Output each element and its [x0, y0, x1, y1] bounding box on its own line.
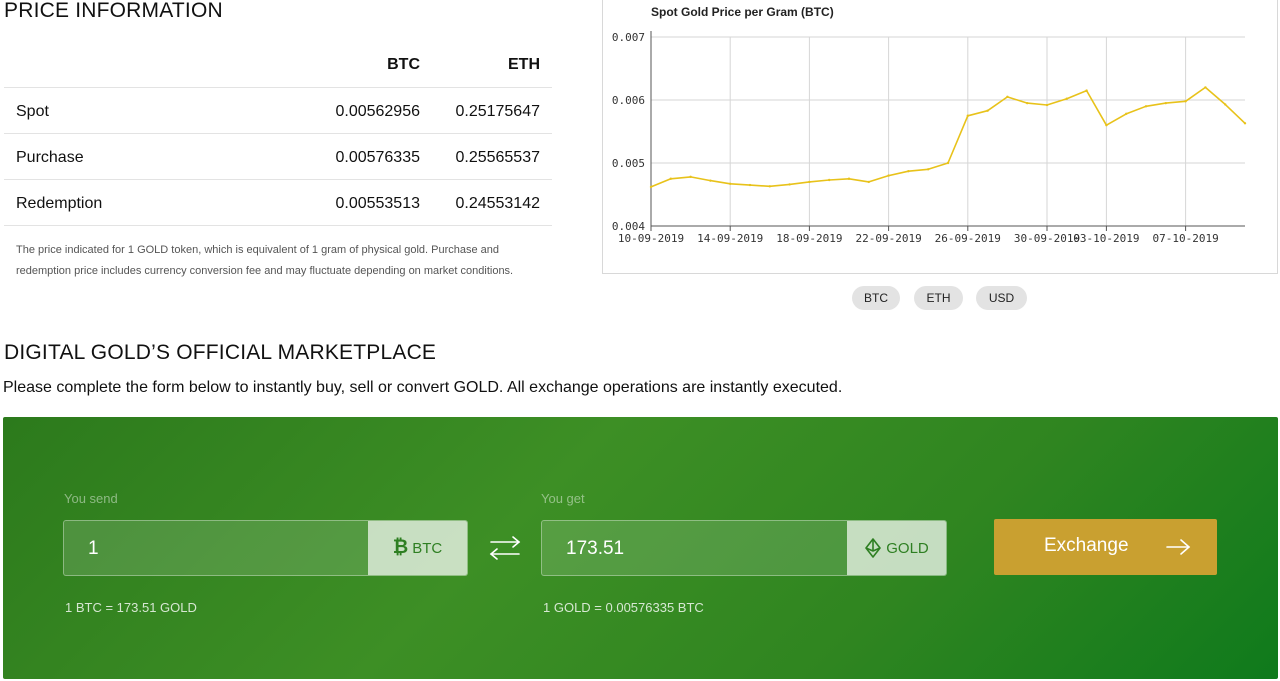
data-point — [1224, 103, 1227, 106]
data-point — [946, 161, 950, 165]
price-row-purchase: Purchase 0.00576335 0.25565537 — [4, 134, 552, 180]
swap-arrows-icon[interactable] — [489, 534, 521, 562]
get-amount-input[interactable]: 173.51 — [566, 538, 624, 560]
row-label: Purchase — [16, 149, 84, 166]
data-point — [1065, 97, 1068, 100]
data-point — [649, 185, 653, 189]
btc-value: 0.00553513 — [335, 195, 420, 212]
get-rate: 1 GOLD = 0.00576335 BTC — [543, 600, 704, 615]
data-point — [907, 169, 910, 173]
exchange-panel: You send 1 ₿ BTC 1 BTC = 173.51 GOLD You… — [3, 417, 1278, 679]
data-point — [847, 177, 851, 180]
data-point — [927, 168, 930, 171]
exchange-button-label: Exchange — [1044, 535, 1129, 556]
currency-button-usd[interactable]: USD — [976, 286, 1027, 310]
data-point — [689, 175, 692, 179]
price-line — [650, 86, 1246, 188]
data-point — [887, 174, 890, 177]
x-tick-label: 10-09-2019 — [618, 232, 684, 245]
data-point — [1085, 89, 1088, 92]
chart-svg: 0.0070.0060.0050.00410-09-2019 14-09-2019… — [612, 31, 1247, 245]
price-note: The price indicated for 1 GOLD token, wh… — [16, 244, 514, 277]
btc-value: 0.00562956 — [335, 103, 420, 120]
eth-value: 0.25565537 — [455, 149, 540, 166]
currency-button-eth[interactable]: ETH — [914, 286, 963, 310]
data-point — [1164, 101, 1167, 105]
x-tick-label: 07-10-2019 — [1152, 232, 1218, 245]
price-table-header: BTC ETH — [4, 42, 552, 88]
send-field[interactable]: 1 ₿ BTC — [63, 520, 468, 576]
row-label: Spot — [16, 103, 49, 120]
data-point — [669, 177, 672, 180]
chart-title: Spot Gold Price per Gram (BTC) — [651, 5, 834, 19]
x-tick-label: 26-09-2019 — [935, 232, 1001, 245]
send-currency-label: BTC — [412, 539, 443, 557]
data-point — [1045, 103, 1049, 107]
marketplace-title: DIGITAL GOLD’S OFFICIAL MARKETPLACE — [4, 341, 437, 364]
x-tick-label: 18-09-2019 — [776, 232, 842, 245]
data-point — [1204, 86, 1207, 89]
bitcoin-icon: ₿ — [392, 537, 409, 558]
data-point — [867, 180, 870, 184]
x-tick-label: 30-09-2019 — [1014, 232, 1080, 245]
exchange-button[interactable]: Exchange — [994, 519, 1217, 575]
data-point — [729, 182, 732, 185]
send-rate: 1 BTC = 173.51 GOLD — [65, 600, 197, 615]
x-tick-label: 14-09-2019 — [697, 232, 763, 245]
send-amount-input[interactable]: 1 — [88, 538, 99, 560]
get-currency-selector[interactable]: GOLD — [847, 521, 946, 575]
get-label: You get — [541, 491, 585, 506]
row-label: Redemption — [16, 195, 103, 212]
data-point — [1006, 95, 1009, 99]
get-currency-label: GOLD — [886, 539, 929, 557]
eth-value: 0.25175647 — [455, 103, 540, 120]
price-row-spot: Spot 0.00562956 0.25175647 — [4, 88, 552, 134]
gold-diamond-icon — [865, 538, 882, 558]
data-point — [1105, 124, 1108, 127]
y-tick-label: 0.006 — [612, 94, 645, 107]
x-tick-label: 22-09-2019 — [855, 232, 921, 245]
arrow-right-icon — [1166, 539, 1191, 555]
x-tick-label: 03-10-2019 — [1073, 232, 1139, 245]
data-point — [1243, 122, 1247, 125]
price-row-redemption: Redemption 0.00553513 0.24553142 — [4, 180, 552, 226]
data-point — [788, 183, 791, 186]
data-point — [808, 180, 811, 184]
currency-button-btc[interactable]: BTC — [852, 286, 900, 310]
data-point — [748, 183, 752, 187]
data-point — [986, 109, 989, 112]
get-field[interactable]: 173.51 GOLD — [541, 520, 947, 576]
data-point — [828, 178, 831, 182]
marketplace-subtitle: Please complete the form below to instan… — [3, 379, 843, 396]
btc-value: 0.00576335 — [335, 149, 420, 166]
column-header-btc: BTC — [387, 56, 420, 73]
data-point — [1184, 100, 1187, 103]
data-point — [1144, 105, 1148, 108]
data-point — [709, 179, 712, 182]
data-point — [768, 185, 771, 188]
y-tick-label: 0.005 — [612, 157, 645, 170]
price-table: BTC ETH Spot 0.00562956 0.25175647 Purch… — [4, 42, 552, 226]
column-header-eth: ETH — [508, 56, 540, 73]
data-point — [1125, 112, 1128, 116]
send-label: You send — [64, 491, 118, 506]
data-point — [966, 114, 969, 117]
send-currency-selector[interactable]: ₿ BTC — [368, 521, 467, 575]
y-tick-label: 0.007 — [612, 31, 645, 44]
price-info-title: PRICE INFORMATION — [4, 0, 223, 22]
data-point — [1026, 101, 1029, 105]
price-chart: 0.007 0.006 0.005 0.004 10-09-2019 14-09-2019… — [602, 0, 1278, 274]
eth-value: 0.24553142 — [455, 195, 540, 212]
